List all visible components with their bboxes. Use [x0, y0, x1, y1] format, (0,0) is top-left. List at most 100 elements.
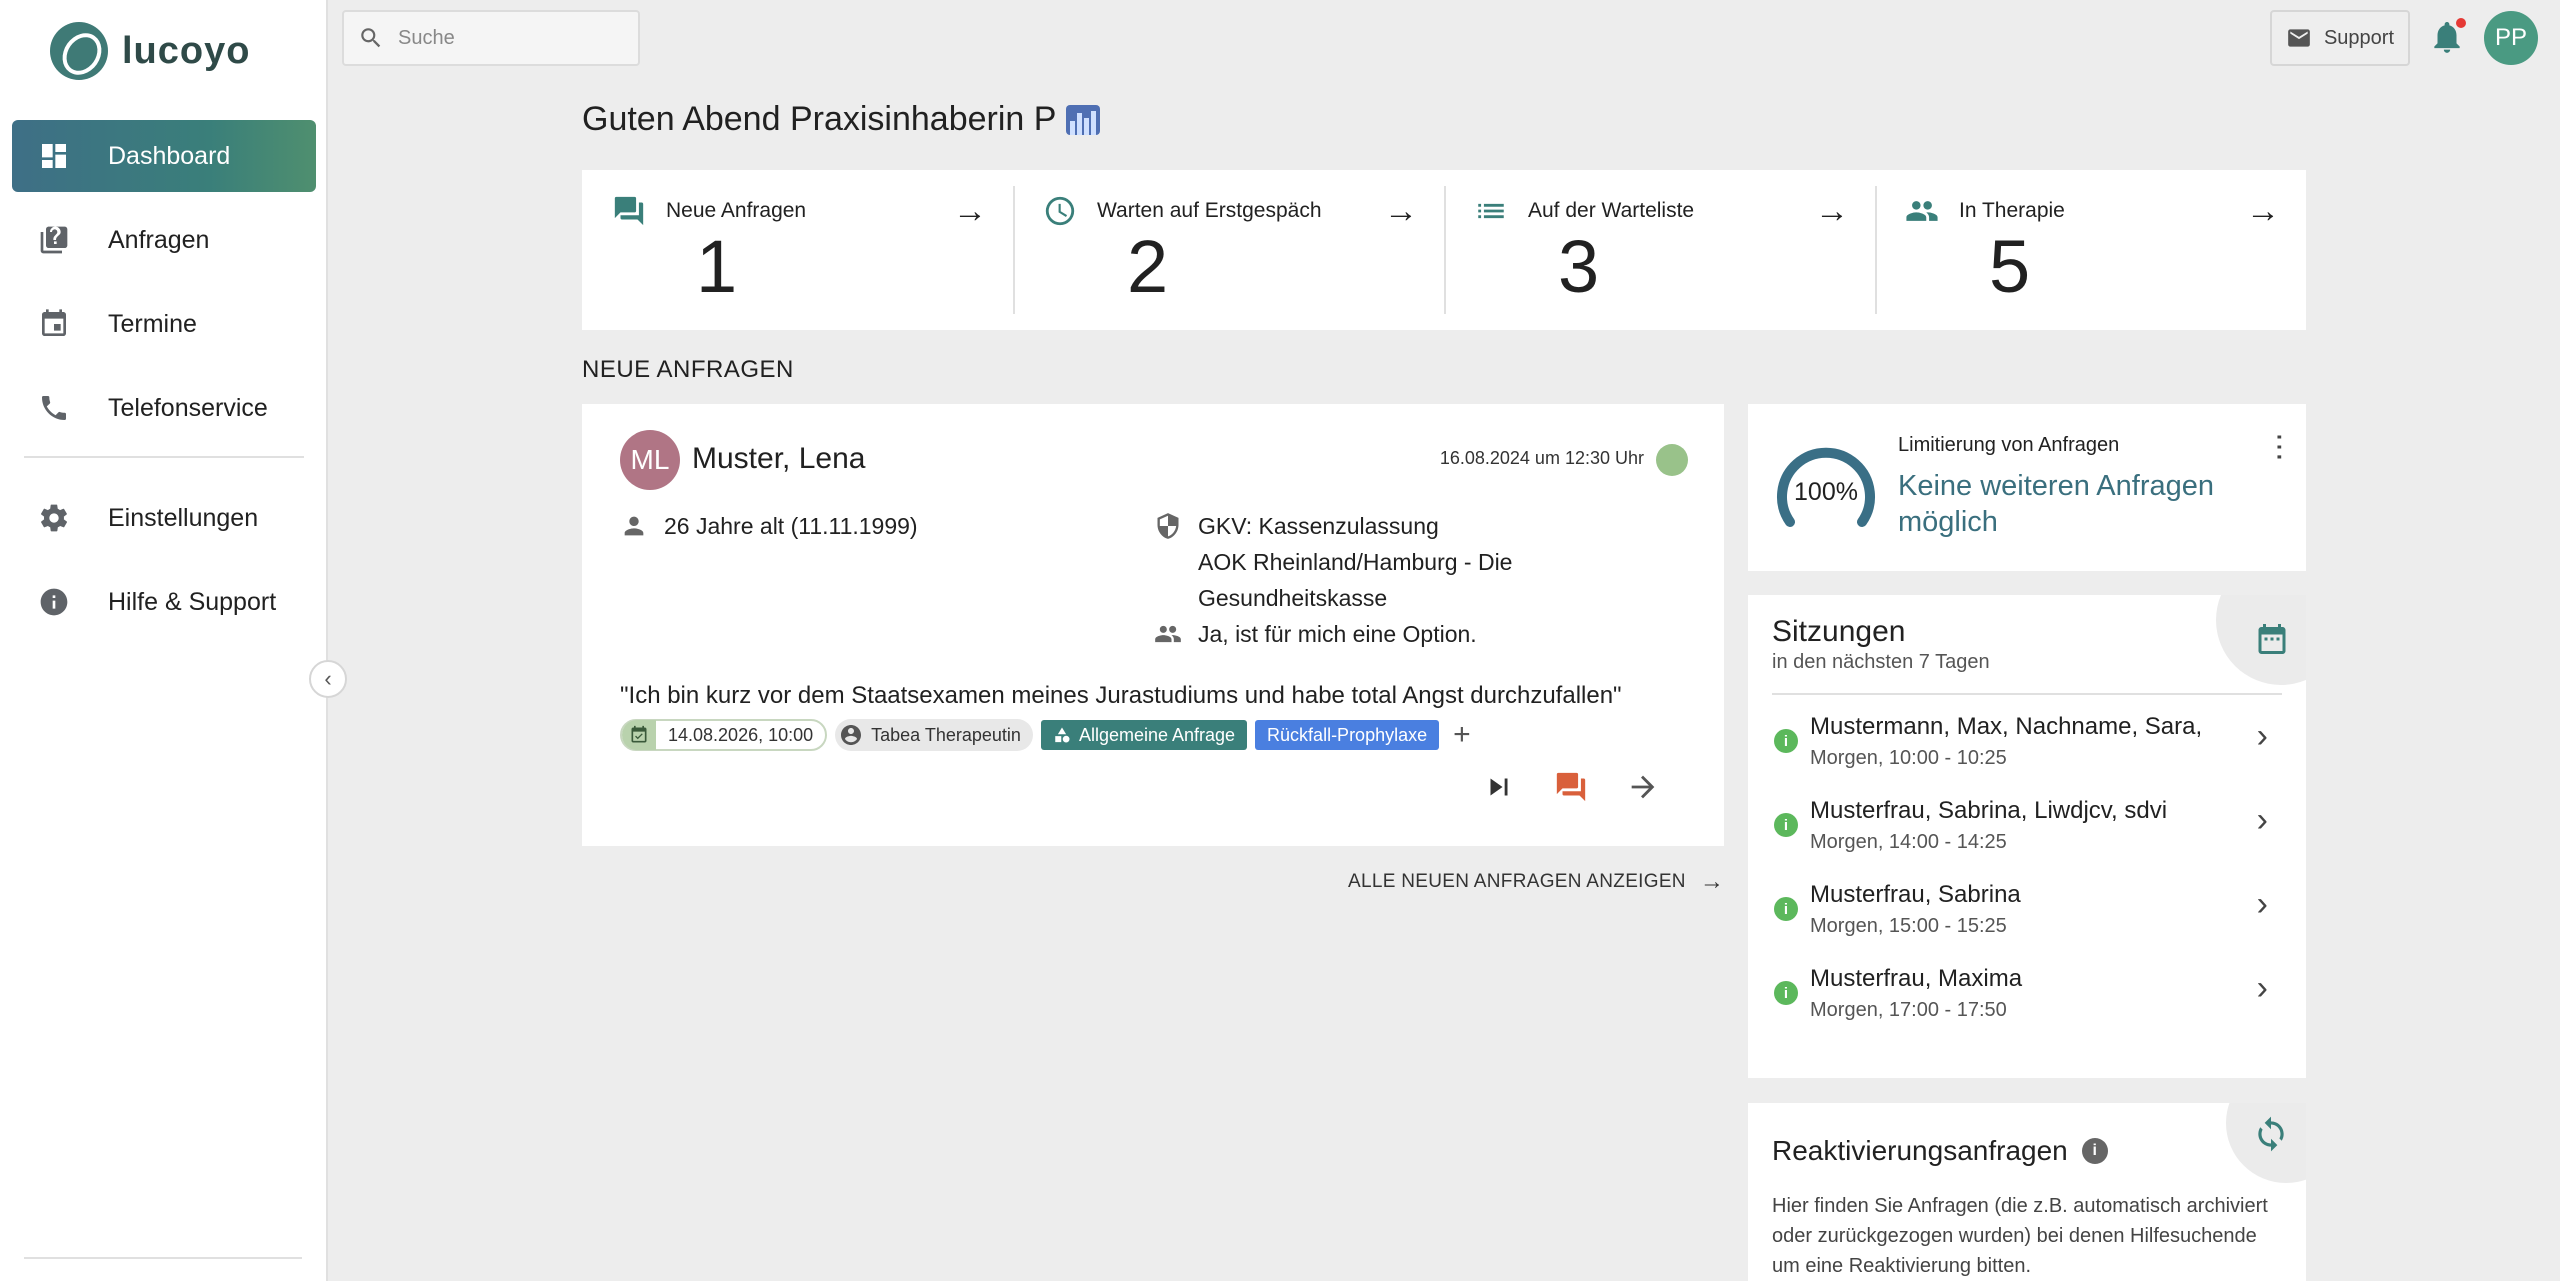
sidebar-nav: Dashboard Anfragen Termine Telefonservic… — [12, 120, 316, 650]
session-time: Morgen, 15:00 - 15:25 — [1810, 915, 2007, 937]
sidebar-item-label: Telefonservice — [108, 393, 268, 422]
info-icon: i — [1774, 813, 1798, 837]
sidebar-item-dashboard[interactable]: Dashboard — [12, 120, 316, 192]
collapse-sidebar-button[interactable]: ‹ — [309, 660, 347, 698]
therapist-tag[interactable]: Tabea Therapeutin — [835, 719, 1033, 751]
person-icon — [624, 516, 644, 536]
greeting-text: Guten Abend Praxisinhaberin P — [582, 100, 1057, 138]
topic-tag[interactable]: Rückfall-Prophylaxe — [1255, 720, 1440, 750]
category-tag[interactable]: Allgemeine Anfrage — [1040, 720, 1248, 750]
arrow-right-icon[interactable]: → — [2246, 192, 2280, 231]
sidebar-item-hilfe-support[interactable]: Hilfe & Support — [12, 566, 316, 638]
people-icon — [1906, 201, 1938, 221]
gauge-percent: 100% — [1794, 478, 1858, 506]
age-text: 26 Jahre alt (11.11.1999) — [664, 513, 918, 539]
calendar-icon — [36, 306, 72, 342]
arrow-right-icon[interactable] — [1626, 770, 1660, 804]
chat-icon[interactable] — [1554, 770, 1588, 804]
arrow-right-icon[interactable]: → — [1384, 192, 1418, 231]
sessions-card: Sitzungen in den nächsten 7 Tagen i Must… — [1748, 595, 2306, 1078]
reactivation-description: Hier finden Sie Anfragen (die z.B. autom… — [1772, 1195, 2268, 1277]
calendar-button[interactable] — [2216, 595, 2306, 685]
appointment-date: 14.08.2026, 10:00 — [668, 724, 814, 745]
show-all-requests-link[interactable]: ALLE NEUEN ANFRAGEN ANZEIGEN → — [1348, 868, 1724, 896]
arrow-right-icon: → — [1699, 868, 1725, 895]
info-icon: i — [1774, 729, 1798, 753]
more-vert-icon[interactable]: ⋯ — [2263, 432, 2296, 462]
skip-next-icon[interactable] — [1482, 770, 1516, 804]
request-tags: 14.08.2026, 10:00 Tabea Therapeutin Allg… — [620, 718, 1471, 752]
support-button[interactable]: Support — [2270, 10, 2410, 66]
sidebar-item-termine[interactable]: Termine — [12, 288, 316, 360]
info-icon[interactable]: i — [2081, 1138, 2108, 1164]
sidebar-item-label: Anfragen — [108, 225, 210, 254]
request-quote: "Ich bin kurz vor dem Staatsexamen meine… — [620, 682, 1622, 709]
stat-warteliste[interactable]: Auf der Warteliste → 3 — [1444, 170, 1875, 330]
limit-label: Limitierung von Anfragen — [1898, 434, 2120, 456]
sidebar-item-label: Termine — [108, 309, 197, 338]
reactivation-card: Reaktivierungsanfragen i Hier finden Sie… — [1748, 1103, 2306, 1281]
gear-icon — [36, 500, 72, 536]
status-indicator — [1656, 444, 1688, 476]
mail-icon — [2288, 29, 2310, 47]
notifications-button[interactable] — [2428, 18, 2466, 58]
therapist-name: Tabea Therapeutin — [871, 724, 1021, 745]
request-card[interactable]: ML Muster, Lena 16.08.2024 um 12:30 Uhr … — [582, 404, 1724, 846]
session-time: Morgen, 17:00 - 17:50 — [1810, 999, 2007, 1021]
stat-label: In Therapie — [1959, 199, 2065, 222]
stat-in-therapie[interactable]: In Therapie → 5 — [1875, 170, 2306, 330]
stat-label: Neue Anfragen — [666, 199, 807, 222]
category-label: Allgemeine Anfrage — [1078, 724, 1236, 745]
app-logo[interactable]: lucoyo — [50, 22, 250, 80]
session-item[interactable]: i Musterfrau, Maxima Morgen, 17:00 - 17:… — [1772, 959, 2282, 1039]
add-tag-button[interactable]: + — [1453, 718, 1471, 752]
session-name: Musterfrau, Sabrina, Liwdjcv, sdvi — [1810, 797, 2168, 824]
search-bar[interactable] — [342, 10, 640, 66]
avatar: ML — [620, 430, 680, 490]
stat-value: 5 — [1989, 225, 2031, 308]
group-option-text: Ja, ist für mich eine Option. — [1198, 621, 1477, 647]
stat-neue-anfragen[interactable]: Neue Anfragen → 1 — [582, 170, 1013, 330]
insurance-name-1: AOK Rheinland/Hamburg - Die — [1198, 549, 1513, 575]
sidebar: lucoyo Dashboard Anfragen Termine Telefo… — [0, 0, 328, 1281]
sidebar-item-anfragen[interactable]: Anfragen — [12, 204, 316, 276]
account-circle-icon — [841, 725, 862, 745]
session-name: Musterfrau, Maxima — [1810, 965, 2023, 992]
request-actions — [1482, 770, 1660, 804]
request-date: 16.08.2024 um 12:30 Uhr — [1439, 448, 1644, 468]
info-icon — [36, 584, 72, 620]
request-name: Muster, Lena — [692, 442, 866, 475]
section-title-neue-anfragen: NEUE ANFRAGEN — [582, 356, 794, 383]
session-item[interactable]: i Mustermann, Max, Nachname, Sara, Morge… — [1772, 707, 2282, 787]
stat-value: 2 — [1127, 225, 1169, 308]
page-title: Guten Abend Praxisinhaberin P — [582, 100, 1101, 139]
appointment-tag[interactable]: 14.08.2026, 10:00 — [620, 719, 828, 751]
stat-warten-erstgespraech[interactable]: Warten auf Erstgespäch → 2 — [1013, 170, 1444, 330]
notification-badge — [2456, 18, 2466, 28]
stat-value: 3 — [1558, 225, 1600, 308]
refresh-button[interactable] — [2226, 1103, 2306, 1183]
sync-icon — [2258, 1116, 2284, 1152]
phone-icon — [36, 390, 72, 426]
insurance-type: GKV: Kassenzulassung — [1198, 513, 1439, 539]
session-item[interactable]: i Musterfrau, Sabrina, Liwdjcv, sdvi Mor… — [1772, 791, 2282, 871]
session-item[interactable]: i Musterfrau, Sabrina Morgen, 15:00 - 15… — [1772, 875, 2282, 955]
limit-gauge: 100% — [1777, 447, 1875, 527]
calendar-icon — [2258, 624, 2286, 654]
insurance-name-2: Gesundheitskasse — [1198, 585, 1388, 611]
sidebar-item-telefonservice[interactable]: Telefonservice — [12, 372, 316, 444]
sidebar-bottom-divider — [24, 1257, 302, 1259]
sidebar-item-label: Dashboard — [108, 141, 231, 170]
topic-label: Rückfall-Prophylaxe — [1267, 724, 1428, 745]
request-insurance: GKV: Kassenzulassung AOK Rheinland/Hambu… — [1154, 508, 1512, 616]
arrow-right-icon[interactable]: → — [953, 192, 987, 231]
reactivation-title: Reaktivierungsanfragen — [1772, 1135, 2068, 1166]
sidebar-item-label: Einstellungen — [108, 503, 259, 532]
user-avatar[interactable]: PP — [2484, 11, 2538, 65]
session-name: Mustermann, Max, Nachname, Sara, — [1810, 713, 2203, 740]
search-input[interactable] — [398, 26, 618, 50]
sidebar-item-einstellungen[interactable]: Einstellungen — [12, 482, 316, 554]
chevron-right-icon: › — [2256, 717, 2268, 755]
arrow-right-icon[interactable]: → — [1815, 192, 1849, 231]
request-limit-card: 100% Limitierung von Anfragen Keine weit… — [1748, 404, 2306, 571]
